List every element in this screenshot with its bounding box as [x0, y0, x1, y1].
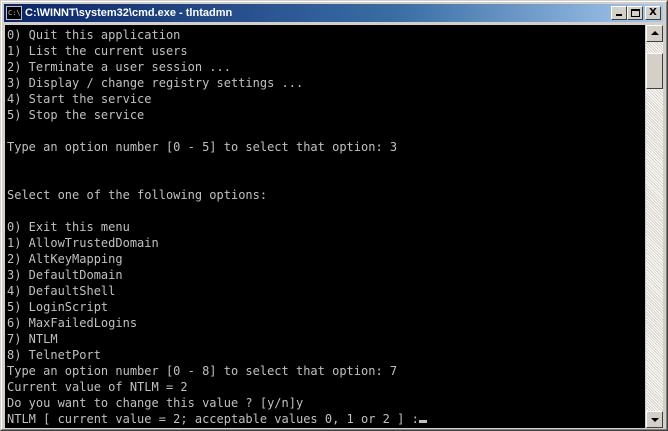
console-line-text: Type an option number [0 - 5] to select …	[7, 140, 398, 154]
console-window: C:\ C:\WINNT\system32\cmd.exe - tlntadmn…	[0, 0, 668, 431]
console-line: 8) TelnetPort	[7, 347, 427, 363]
console-line: 4) DefaultShell	[7, 283, 427, 299]
console-line: 2) Terminate a user session ...	[7, 59, 427, 75]
maximize-icon	[631, 9, 640, 17]
console-line: Type an option number [0 - 8] to select …	[7, 363, 427, 379]
console-line-text: 0) Quit this application	[7, 28, 181, 42]
console-line-text: 4) DefaultShell	[7, 284, 116, 298]
console-line: 0) Quit this application	[7, 27, 427, 43]
console-line-text: 3) Display / change registry settings ..…	[7, 76, 304, 90]
console-line-text: 6) MaxFailedLogins	[7, 316, 138, 330]
console-line: 1) AllowTrustedDomain	[7, 235, 427, 251]
console-line-text: 5) Stop the service	[7, 108, 145, 122]
scroll-down-button[interactable]	[646, 411, 663, 428]
console-line-text: Do you want to change this value ? [y/n]…	[7, 396, 304, 410]
console-line: 1) List the current users	[7, 43, 427, 59]
console-line-text: Select one of the following options:	[7, 188, 268, 202]
console-line-text: 8) TelnetPort	[7, 348, 101, 362]
console-line: 4) Start the service	[7, 91, 427, 107]
console-line: 3) DefaultDomain	[7, 267, 427, 283]
console-line: 3) Display / change registry settings ..…	[7, 75, 427, 91]
console-line: 7) NTLM	[7, 331, 427, 347]
console-line: Type an option number [0 - 5] to select …	[7, 139, 427, 155]
console-line: Do you want to change this value ? [y/n]…	[7, 395, 427, 411]
window-title: C:\WINNT\system32\cmd.exe - tlntadmn	[25, 7, 233, 19]
cmd-icon[interactable]: C:\	[6, 6, 22, 20]
console-line-text: 7) NTLM	[7, 332, 58, 346]
console-line: 5) LoginScript	[7, 299, 427, 315]
console-line: 0) Exit this menu	[7, 219, 427, 235]
title-buttons: X	[611, 6, 661, 20]
console-output[interactable]: 0) Quit this application 1) List the curr…	[5, 25, 645, 428]
title-bar[interactable]: C:\ C:\WINNT\system32\cmd.exe - tlntadmn…	[4, 4, 663, 22]
maximize-button[interactable]	[627, 6, 643, 20]
console-line: 2) AltKeyMapping	[7, 251, 427, 267]
console-line-text: 2) AltKeyMapping	[7, 252, 123, 266]
console-line-text: Current value of NTLM = 2	[7, 380, 188, 394]
console-line: Current value of NTLM = 2	[7, 379, 427, 395]
arrow-up-icon	[651, 31, 659, 35]
minimize-icon	[616, 14, 622, 16]
scroll-thumb[interactable]	[646, 53, 663, 89]
console-line-text: 0) Exit this menu	[7, 220, 130, 234]
arrow-down-icon	[651, 418, 659, 422]
console-line-text: 4) Start the service	[7, 92, 152, 106]
console-line-text: 1) AllowTrustedDomain	[7, 236, 159, 250]
console-line-text: 2) Terminate a user session ...	[7, 60, 231, 74]
console-line-text: 5) LoginScript	[7, 300, 109, 314]
console-line-text: Type an option number [0 - 8] to select …	[7, 364, 398, 378]
minimize-button[interactable]	[611, 6, 627, 20]
scroll-up-button[interactable]	[646, 25, 663, 42]
close-icon: X	[649, 7, 657, 18]
console-line-text: NTLM [ current value = 2; acceptable val…	[7, 412, 419, 426]
text-cursor	[418, 420, 427, 423]
console-line: 5) Stop the service	[7, 107, 427, 123]
console-line: Select one of the following options:	[7, 187, 427, 203]
console-line-text: 3) DefaultDomain	[7, 268, 123, 282]
console-lines: 0) Quit this application 1) List the curr…	[7, 27, 427, 427]
console-line-text: 1) List the current users	[7, 44, 188, 58]
console-line: 6) MaxFailedLogins	[7, 315, 427, 331]
vertical-scrollbar[interactable]	[646, 25, 663, 428]
close-button[interactable]: X	[645, 6, 661, 20]
console-line: NTLM [ current value = 2; acceptable val…	[7, 411, 427, 427]
